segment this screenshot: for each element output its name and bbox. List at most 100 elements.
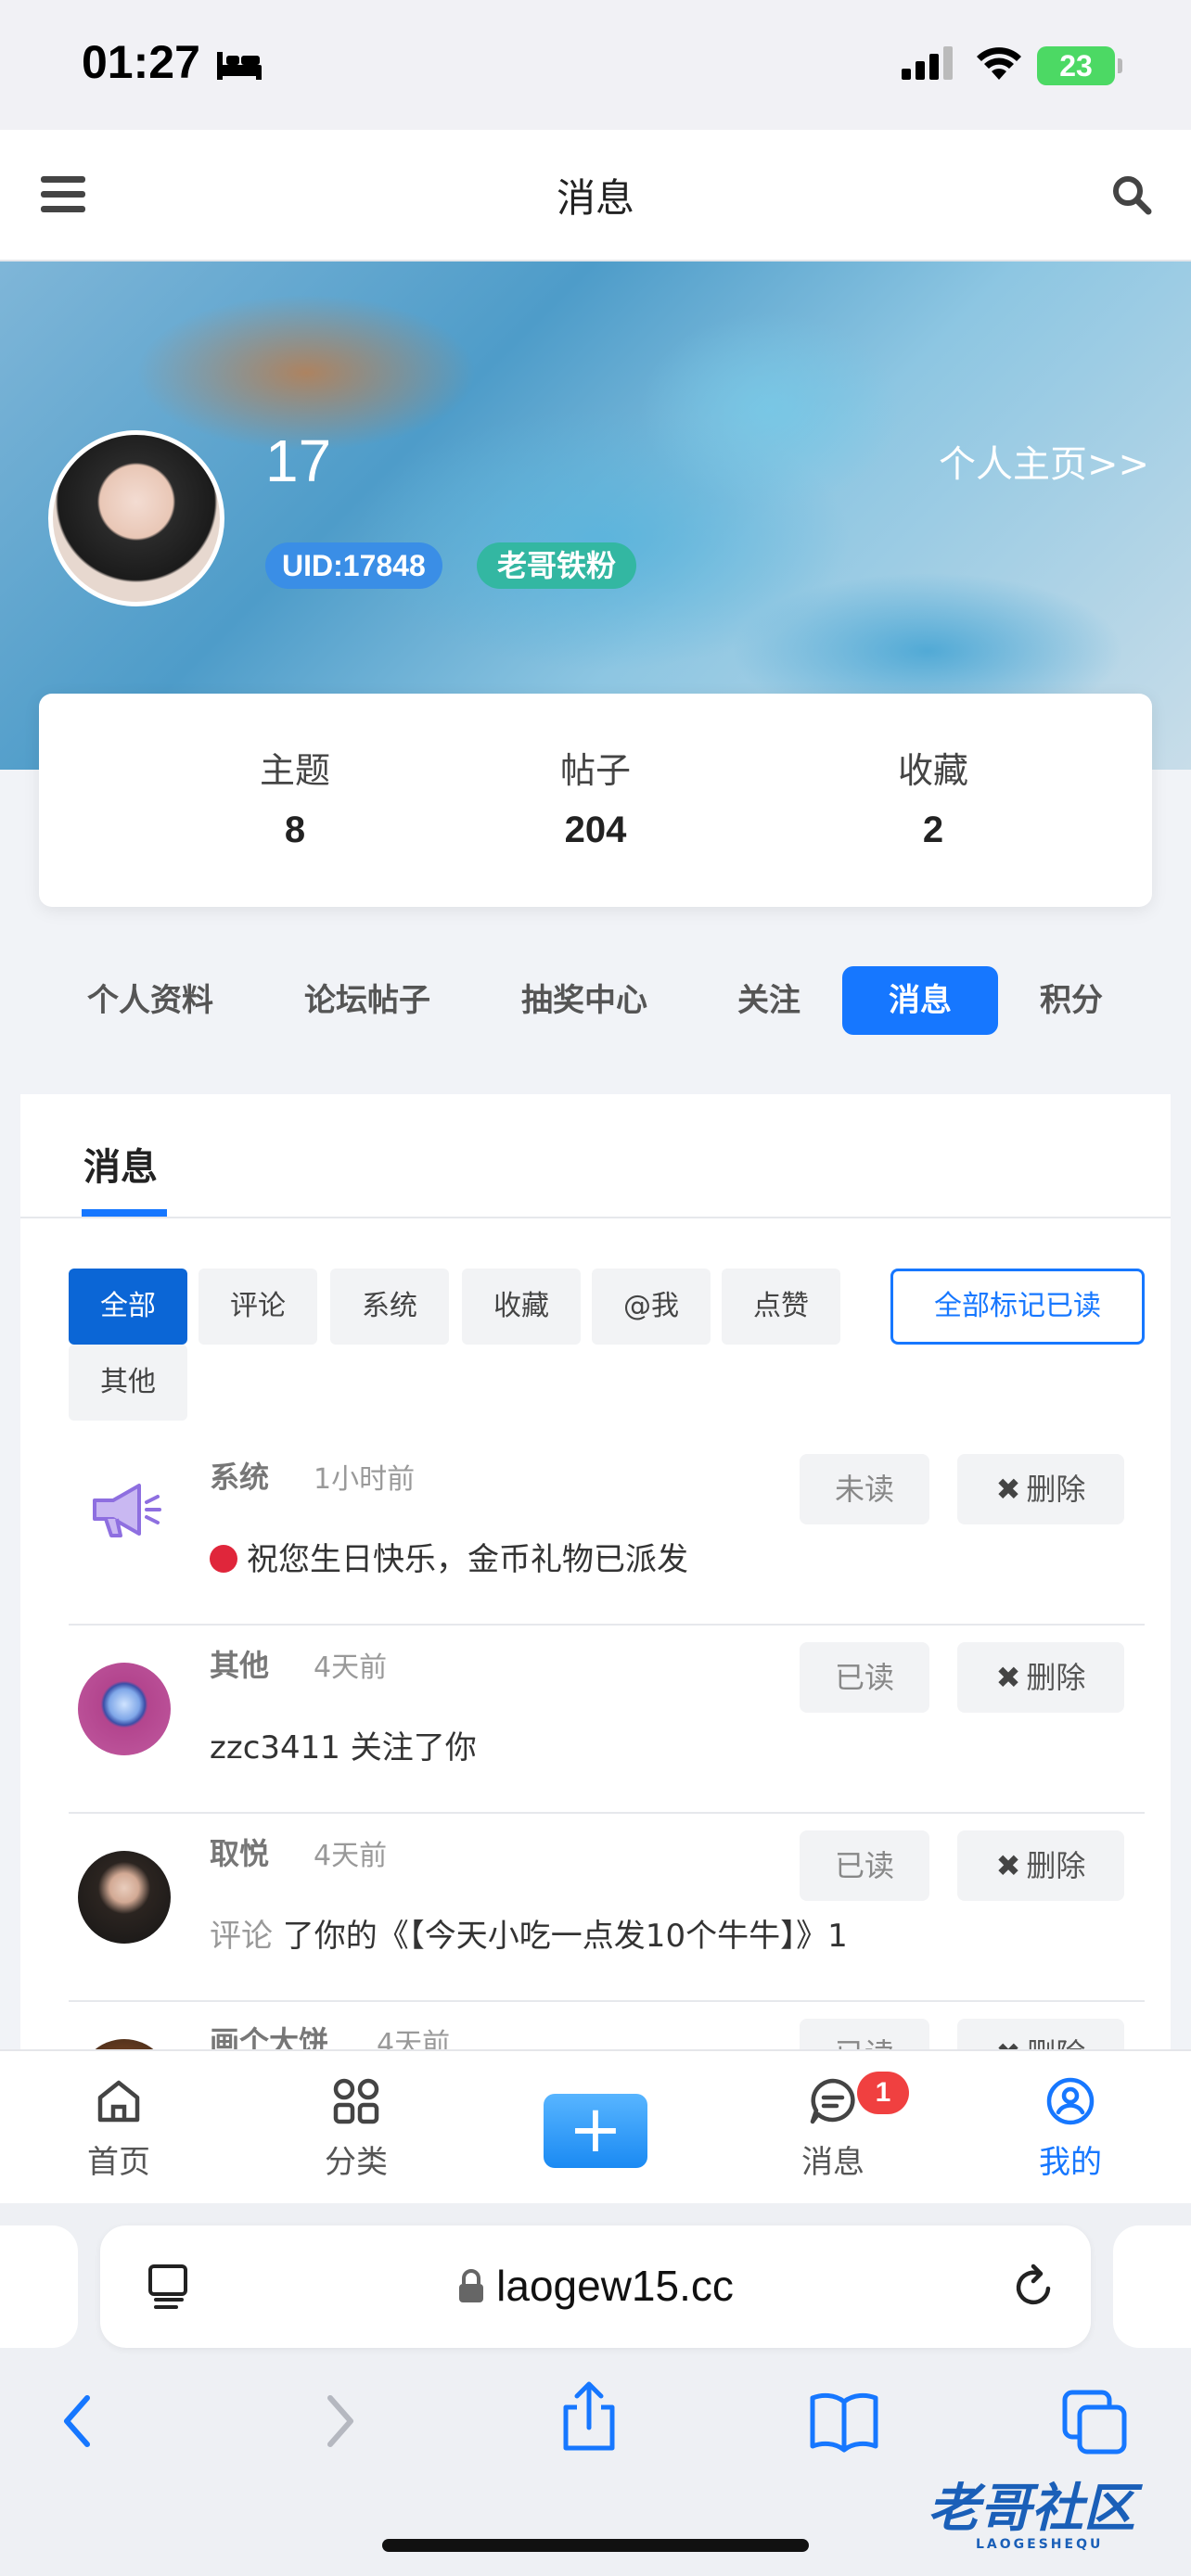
lock-icon [459,2269,484,2302]
unread-button[interactable]: 未读 [800,1454,929,1524]
previous-tab-pill[interactable] [0,2225,78,2348]
user-avatar[interactable] [78,2039,171,2049]
message-item[interactable]: 系统 1小时前 祝您生日快乐，金币礼物已派发 未读 ✖ 删除 [69,1437,1145,1626]
message-sender: 取悦 [210,1836,270,1871]
read-button[interactable]: 已读 [800,1830,929,1901]
back-icon[interactable] [56,2389,102,2454]
filter-comments[interactable]: 评论 [198,1269,317,1345]
delete-button[interactable]: ✖删除 [957,2019,1124,2049]
filter-favorites[interactable]: 收藏 [462,1269,581,1345]
stat-label: 收藏 [897,750,968,791]
message-item[interactable]: 取悦 4天前 评论 了你的《【今天小吃一点发10个牛牛】》1 已读 ✖ 删除 [69,1814,1145,2002]
tab-following[interactable]: 关注 [718,966,820,1035]
add-post-button[interactable]: + [544,2094,647,2168]
chat-icon [810,2078,855,2124]
tab-forum-posts[interactable]: 论坛帖子 [284,966,451,1035]
tab-profile[interactable]: 个人资料 [67,966,234,1035]
nav-label: 消息 [801,2144,864,2181]
battery-icon: 23 [1037,46,1115,85]
nav-label: 我的 [1039,2144,1102,2181]
filter-other[interactable]: 其他 [69,1345,187,1421]
read-button[interactable]: 已读 [800,1642,929,1713]
stat-posts[interactable]: 帖子 204 [456,742,735,851]
filter-all[interactable]: 全部 [69,1269,187,1345]
message-text: zzc3411 关注了你 [210,1729,477,1766]
message-body: 了你的《【今天小吃一点发10个牛牛】》1 [273,1918,848,1955]
mark-all-read-button[interactable]: 全部标记已读 [890,1269,1145,1345]
reload-icon[interactable] [1007,2261,1059,2313]
tab-points[interactable]: 积分 [1020,966,1122,1035]
message-item[interactable]: 画个大饼 4天前 已读 ✖ 删除 [69,2002,1145,2049]
message-time: 1小时前 [314,1463,416,1496]
signal-icon [902,46,953,80]
message-prefix: 评论 [210,1918,273,1955]
user-avatar[interactable] [78,1851,171,1944]
delete-label: 删除 [1026,1472,1086,1507]
stat-label: 帖子 [559,750,631,791]
page-title: 消息 [556,175,634,221]
message-time: 4天前 [377,2028,451,2049]
nav-home[interactable]: 首页 [45,2075,193,2182]
nav-categories[interactable]: 分类 [282,2075,430,2182]
delete-button[interactable]: ✖删除 [957,1454,1124,1524]
homepage-link[interactable]: 个人主页>> [939,434,1149,488]
wifi-icon [977,47,1021,80]
messages-panel: 消息 全部 评论 系统 收藏 @我 点赞 其他 全部标记已读 系统 1小时前 祝… [20,1094,1171,2049]
close-icon: ✖ [995,1848,1021,1883]
address-bar[interactable]: laogew15.cc [100,2225,1091,2348]
delete-label: 删除 [1026,2036,1085,2049]
messages-title: 消息 [83,1146,158,1189]
delete-button[interactable]: ✖删除 [957,1642,1124,1713]
bookmarks-icon[interactable] [807,2389,881,2454]
stats-card: 主题 8 帖子 204 收藏 2 [39,694,1152,907]
nav-mine[interactable]: 我的 [996,2075,1145,2182]
filter-likes[interactable]: 点赞 [722,1269,840,1345]
message-text: 祝您生日快乐，金币礼物已派发 [210,1534,688,1579]
message-sender: 系统 [210,1460,270,1495]
uid-badge: UID:17848 [265,542,442,589]
stat-label: 主题 [259,750,330,791]
profile-name: 17 [265,427,332,494]
tab-messages[interactable]: 消息 [842,966,998,1035]
close-icon: ✖ [995,1472,1021,1507]
message-text: 评论 了你的《【今天小吃一点发10个牛牛】》1 [210,1910,848,1956]
bed-icon [217,52,262,80]
message-sender: 画个大饼 [210,2024,329,2049]
app-header: 消息 [0,130,1191,261]
unread-dot [210,1545,237,1573]
message-sender: 其他 [210,1648,270,1683]
divider [20,1217,1171,1218]
read-button[interactable]: 已读 [800,2019,929,2049]
bottom-nav: 首页 分类 + 消息 1 我的 [0,2049,1191,2203]
delete-label: 删除 [1026,1660,1086,1695]
user-avatar[interactable] [78,1663,171,1755]
title-underline [82,1209,167,1217]
stat-favorites[interactable]: 收藏 2 [794,742,1072,851]
status-bar: 01:27 23 [0,0,1191,130]
stat-value: 204 [564,810,627,850]
next-tab-pill[interactable] [1113,2225,1191,2348]
search-icon[interactable] [1109,172,1154,217]
message-time: 4天前 [314,1840,388,1872]
message-count-badge: 1 [857,2072,909,2114]
close-icon: ✖ [995,1660,1021,1695]
stat-value: 8 [284,810,306,850]
filter-system[interactable]: 系统 [330,1269,449,1345]
delete-button[interactable]: ✖删除 [957,1830,1124,1901]
message-item[interactable]: 其他 4天前 zzc3411 关注了你 已读 ✖ 删除 [69,1626,1145,1814]
profile-avatar[interactable] [48,430,224,606]
tabs-icon[interactable] [1061,2389,1130,2457]
share-icon[interactable] [557,2379,621,2454]
stat-topics[interactable]: 主题 8 [156,742,434,851]
tab-lottery[interactable]: 抽奖中心 [501,966,668,1035]
home-indicator [382,2539,809,2552]
stat-value: 2 [922,810,944,850]
grid-icon [333,2078,379,2124]
delete-label: 删除 [1026,1848,1086,1883]
filter-mentions[interactable]: @我 [592,1269,711,1345]
message-body: 祝您生日快乐，金币礼物已派发 [247,1541,688,1578]
forward-icon[interactable] [315,2389,362,2454]
watermark-subtext: LAOGESHEQU [976,2537,1104,2552]
url-domain: laogew15.cc [496,2262,734,2310]
home-icon [97,2080,140,2123]
